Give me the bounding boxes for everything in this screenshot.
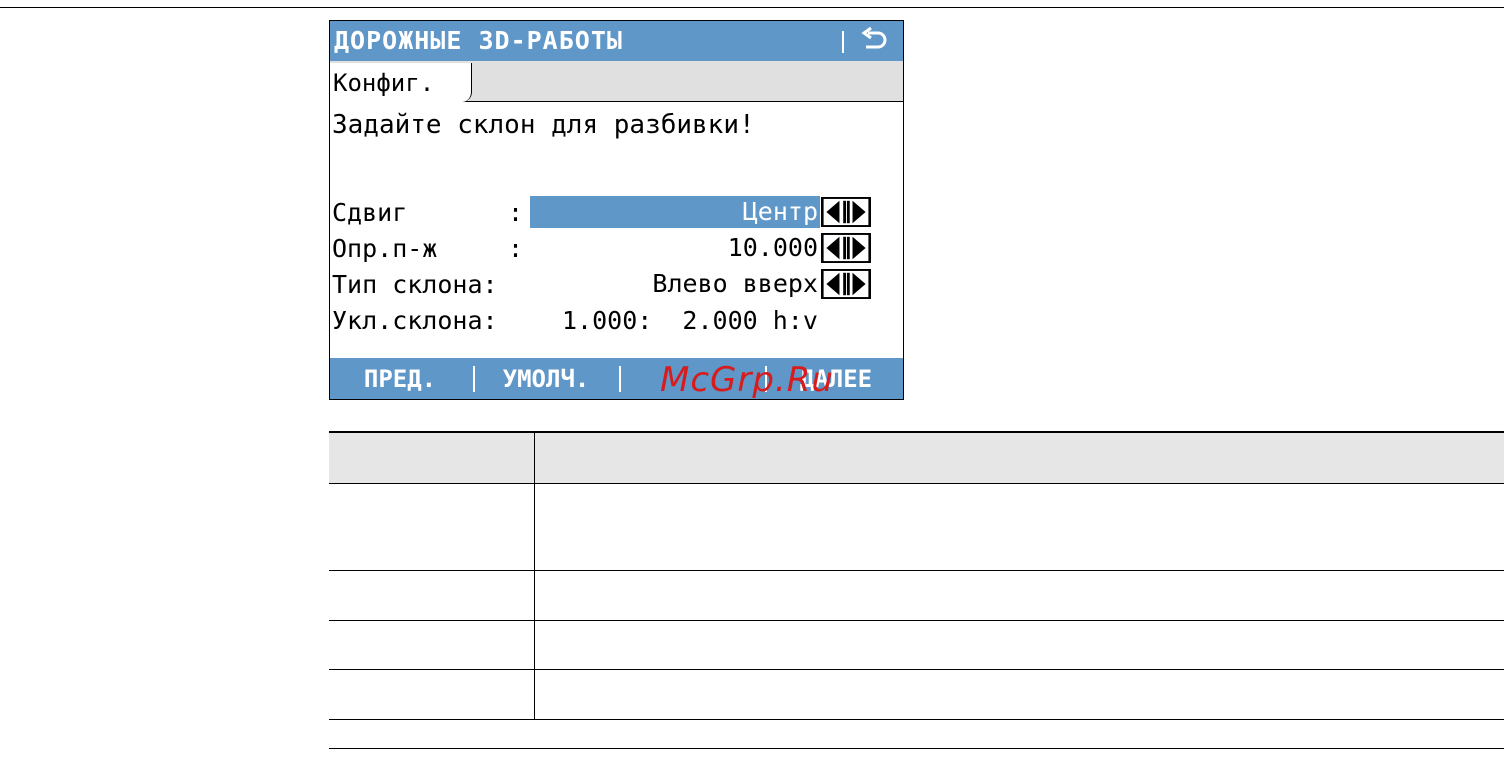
slope-type-select[interactable]: Влево вверх [530, 268, 820, 300]
watermark: McGrp.Ru [660, 360, 834, 400]
field-row-slope-type: Тип склона: Влево вверх [330, 268, 903, 302]
left-right-arrows-icon[interactable] [821, 233, 871, 263]
tab-bar: Конфиг. [330, 61, 903, 102]
left-right-arrows-icon[interactable] [821, 269, 871, 299]
tab-config[interactable]: Конфиг. [330, 63, 472, 102]
description-table [329, 431, 1504, 720]
prompt-text: Задайте склон для разбивки! [332, 110, 755, 140]
table-cell [534, 620, 1504, 670]
left-right-arrows-icon[interactable] [821, 197, 871, 227]
tab-config-label: Конфиг. [333, 69, 435, 97]
top-rule [0, 7, 1504, 8]
field-row-ref-line: Опр.п-ж : 10.000 [330, 232, 903, 266]
table-cell [329, 620, 535, 670]
title-bar: ДОРОЖНЫЕ 3D-РАБОТЫ [330, 21, 903, 61]
screen-title: ДОРОЖНЫЕ 3D-РАБОТЫ [334, 26, 623, 55]
table-cell [534, 570, 1504, 621]
ref-line-select[interactable]: 10.000 [530, 232, 820, 264]
table-cell [329, 669, 535, 720]
table-cell [534, 483, 1504, 571]
default-button[interactable]: УМОЛЧ. [475, 358, 617, 399]
device-screen: ДОРОЖНЫЕ 3D-РАБОТЫ Конфиг. Задайте склон… [329, 20, 904, 400]
form-area: Задайте склон для разбивки! Сдвиг : Цент… [330, 102, 903, 358]
table-cell [534, 669, 1504, 720]
field-label: Укл.склона: [332, 306, 498, 335]
return-arrow-icon[interactable] [860, 27, 890, 55]
field-colon: : [508, 234, 524, 263]
field-row-slope-ratio: Укл.склона: 1.000: 2.000 h:v [330, 304, 903, 338]
table-row [329, 570, 1504, 621]
prev-button[interactable]: ПРЕД. [330, 358, 470, 399]
field-colon: : [508, 198, 524, 227]
table-header-cell [329, 431, 535, 484]
table-row [329, 669, 1504, 720]
field-row-offset: Сдвиг : Центр [330, 196, 903, 230]
table-header-row [329, 431, 1504, 484]
field-label: Опр.п-ж [332, 234, 438, 263]
table-cell [329, 483, 535, 571]
field-label: Тип склона: [332, 270, 498, 299]
table-header-cell [534, 431, 1504, 484]
table-row [329, 483, 1504, 571]
slope-ratio-value[interactable]: 1.000: 2.000 h:v [562, 306, 818, 336]
title-separator [842, 31, 844, 53]
bottom-rule [329, 748, 1504, 749]
table-row [329, 620, 1504, 670]
offset-select[interactable]: Центр [530, 196, 820, 228]
table-cell [329, 570, 535, 621]
field-label: Сдвиг [332, 198, 408, 227]
